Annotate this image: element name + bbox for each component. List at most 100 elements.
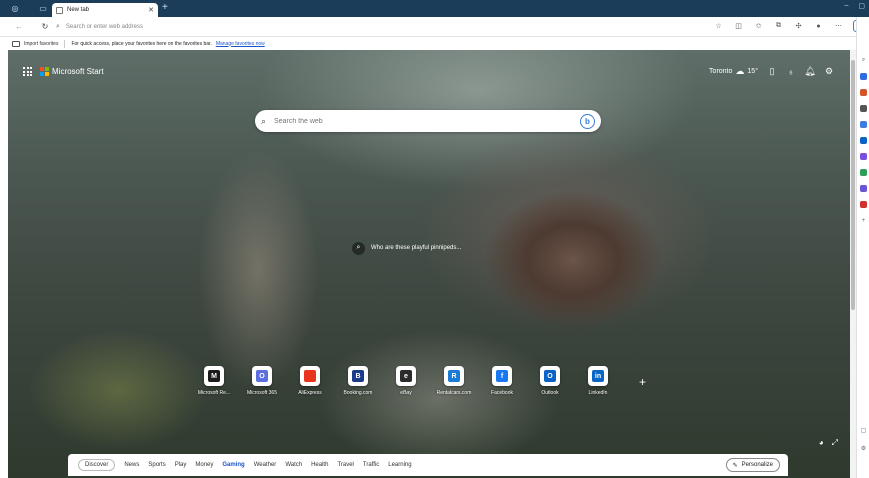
search-icon[interactable]: ⌕ (860, 57, 867, 64)
category-tab-sports[interactable]: Sports (148, 462, 165, 468)
quick-link[interactable]: AliExpress (286, 366, 334, 396)
microsoft-365-icon: O (256, 370, 268, 382)
category-tab-travel[interactable]: Travel (337, 462, 353, 468)
category-tab-play[interactable]: Play (175, 462, 187, 468)
tab-title: New tab (67, 7, 90, 13)
url-box[interactable]: ⌕ Search or enter web address (56, 20, 736, 34)
brand-name[interactable]: Microsoft Start (52, 67, 104, 76)
web-search-box[interactable]: ⌕ b (255, 110, 601, 132)
category-tab-news[interactable]: News (124, 462, 139, 468)
phone-icon[interactable]: ▯ (767, 66, 777, 77)
quick-link-label: Outlook (541, 390, 559, 396)
image-caption[interactable]: Who are these playful pinnipeds... (371, 245, 461, 251)
add-app-icon[interactable]: + (860, 217, 867, 224)
bing-chat-icon[interactable]: b (580, 113, 595, 129)
background-controls: ◕ ⤢ (819, 438, 838, 448)
category-tab-traffic[interactable]: Traffic (363, 462, 379, 468)
web-search-input[interactable] (274, 117, 572, 125)
category-tab-watch[interactable]: Watch (285, 462, 302, 468)
collections-icon[interactable]: ⧉ (773, 21, 784, 32)
drop-icon[interactable] (860, 169, 867, 176)
quick-link-label: AliExpress (298, 390, 322, 396)
split-view-icon[interactable]: ▢ (860, 427, 867, 434)
profile-icon[interactable]: ◎ (8, 2, 22, 16)
quick-link-tile[interactable]: f (492, 366, 512, 386)
favorite-star-icon[interactable]: ☆ (713, 21, 724, 32)
games-icon[interactable] (860, 105, 867, 112)
manage-favorites-link[interactable]: Manage favorites now (216, 41, 265, 47)
quick-link-tile[interactable]: in (588, 366, 608, 386)
category-tab-money[interactable]: Money (195, 462, 213, 468)
tab-new-tab[interactable]: New tab ✕ (52, 3, 158, 17)
quick-link[interactable]: f Facebook (478, 366, 526, 396)
search-icon: ⌕ (352, 241, 365, 255)
maximize-icon[interactable]: ▢ (858, 2, 865, 10)
sidebar-settings-icon[interactable]: ⚙ (860, 445, 867, 452)
import-icon (12, 40, 20, 47)
close-tab-icon[interactable]: ✕ (148, 6, 154, 14)
split-screen-icon[interactable]: ◫ (733, 21, 744, 32)
search-icon: ⌕ (261, 115, 267, 126)
address-input[interactable]: Search or enter web address (66, 24, 143, 30)
app-launcher-icon[interactable] (23, 67, 32, 76)
quick-link[interactable]: O Microsoft 365 (238, 366, 286, 396)
more-icon[interactable]: ⋯ (833, 21, 844, 32)
tools-icon[interactable] (860, 89, 867, 96)
quick-link-tile[interactable]: R (444, 366, 464, 386)
quick-link[interactable]: M Microsoft Re... (190, 366, 238, 396)
quick-link-tile[interactable]: B (348, 366, 368, 386)
extensions-icon[interactable]: ✣ (793, 21, 804, 32)
pencil-icon: ✎ (732, 462, 738, 469)
add-shortcut-icon[interactable]: + (639, 375, 646, 389)
outlook-icon[interactable] (860, 137, 867, 144)
quick-link-tile[interactable]: O (252, 366, 272, 386)
quick-link[interactable]: B Booking.com (334, 366, 382, 396)
quick-link[interactable]: O Outlook (526, 366, 574, 396)
microsoft-rewards-icon: M (208, 370, 220, 382)
quick-link[interactable]: e eBay (382, 366, 430, 396)
expand-icon[interactable]: ⤢ (832, 438, 838, 448)
quick-link-label: Booking.com (343, 390, 373, 396)
category-tab-health[interactable]: Health (311, 462, 328, 468)
browser-toolbar: ☆ ◫ ✩ ⧉ ✣ ● ⋯ b (713, 20, 865, 32)
quick-link-tile[interactable]: O (540, 366, 560, 386)
category-tab-gaming[interactable]: Gaming (222, 462, 244, 468)
favorites-bar: Import favorites For quick access, place… (0, 37, 850, 50)
microsoft-logo-icon (40, 67, 49, 76)
quick-link[interactable]: R Rentalcars.com (430, 366, 478, 396)
account-icon[interactable]: ● (813, 21, 824, 32)
notifications-bell-icon[interactable]: 🔔︎ (804, 66, 815, 77)
favorites-icon[interactable]: ✩ (753, 21, 764, 32)
quick-link-tile[interactable]: e (396, 366, 416, 386)
designer-icon[interactable] (860, 153, 867, 160)
weather-widget[interactable]: Toronto ☁ 15° (709, 66, 758, 77)
feed-category-bar: Discover News Sports Play Money Gaming Weather… (68, 454, 788, 476)
quick-link-label: eBay (400, 390, 412, 396)
quick-link[interactable]: in LinkedIn (574, 366, 622, 396)
header-right: Toronto ☁ 15° ▯ ♁ 🔔︎ ⚙ (709, 66, 834, 77)
new-tab-page: Microsoft Start Toronto ☁ 15° ▯ ♁ 🔔︎ ⚙ ⌕… (8, 50, 850, 478)
image-info[interactable]: ⌕ Who are these playful pinnipeds... (352, 240, 461, 256)
personalize-button[interactable]: ✎ Personalize (725, 458, 780, 472)
quick-link-tile[interactable]: M (204, 366, 224, 386)
rewards-icon[interactable]: ♁ (786, 67, 796, 77)
minimize-icon[interactable]: – (844, 2, 848, 10)
category-tab-learning[interactable]: Learning (388, 462, 411, 468)
tab-page-icon (56, 6, 63, 14)
app-icon[interactable] (860, 201, 867, 208)
category-tab-weather[interactable]: Weather (254, 462, 277, 468)
back-icon[interactable]: ← (12, 22, 26, 31)
new-tab-button[interactable]: + (162, 3, 168, 13)
refresh-icon[interactable]: ↻ (38, 22, 52, 31)
category-tab-discover[interactable]: Discover (78, 459, 116, 471)
settings-gear-icon[interactable]: ⚙ (824, 66, 834, 77)
quick-link-tile[interactable] (300, 366, 320, 386)
shopping-icon[interactable] (860, 73, 867, 80)
microsoft-365-icon[interactable] (860, 121, 867, 128)
bookings-icon[interactable] (860, 185, 867, 192)
import-favorites-button[interactable]: Import favorites (24, 41, 58, 47)
ebay-icon: e (400, 370, 412, 382)
scrollbar-thumb[interactable] (851, 60, 855, 310)
image-info-icon[interactable]: ◕ (819, 438, 824, 448)
tab-actions-icon[interactable]: ▭ (36, 2, 50, 16)
